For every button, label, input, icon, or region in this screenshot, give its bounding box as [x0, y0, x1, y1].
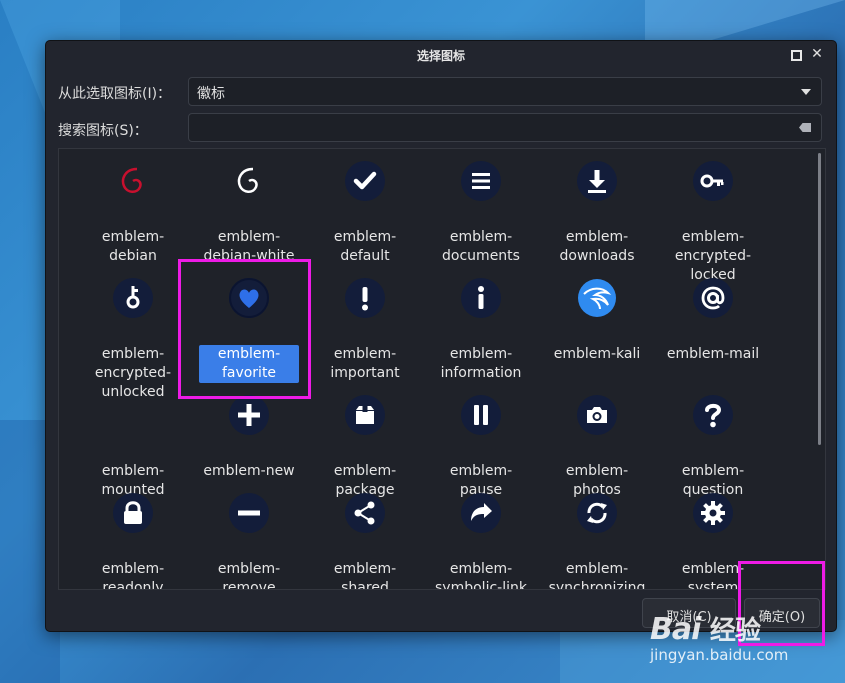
icon-item[interactable]: emblem-synchronizing	[539, 493, 655, 590]
icon-item[interactable]: emblem-mounted	[75, 395, 191, 500]
icon-item-label: emblem-readonly	[101, 561, 165, 590]
pause-icon	[461, 395, 501, 435]
lock-icon	[113, 493, 153, 533]
plus-icon	[229, 395, 269, 435]
icon-item[interactable]: emblem-pause	[423, 395, 539, 500]
question-icon	[693, 395, 733, 435]
search-input[interactable]	[189, 114, 758, 141]
download-icon	[577, 161, 617, 201]
icon-item-label: emblem-synchronizing	[548, 561, 646, 590]
icon-grid[interactable]: emblem-debian emblem-debian-white emblem-d…	[58, 148, 826, 590]
icon-item-label: emblem-default	[333, 229, 397, 264]
icon-item[interactable]: emblem-documents	[423, 161, 539, 266]
icon-item-label: emblem-mail	[666, 346, 760, 362]
check-icon	[345, 161, 385, 201]
at-icon	[693, 278, 733, 318]
icon-item[interactable]: emblem-symbolic-link	[423, 493, 539, 590]
icon-item[interactable]: emblem-photos	[539, 395, 655, 500]
icon-item-label: emblem-remove	[217, 561, 281, 590]
icon-item[interactable]: emblem-information	[423, 278, 539, 383]
link-arrow-icon	[461, 493, 501, 533]
icon-item[interactable]: emblem-new	[191, 395, 307, 481]
search-label: 搜索图标(S)：	[58, 123, 148, 139]
share-icon	[345, 493, 385, 533]
debian-swirl-red	[113, 161, 153, 201]
icon-item[interactable]: emblem-debian	[75, 161, 191, 266]
search-field[interactable]	[188, 113, 822, 142]
close-button[interactable]: ✕	[810, 47, 824, 61]
scrollbar[interactable]	[818, 153, 821, 445]
info-icon	[461, 278, 501, 318]
icon-item-label: emblem-documents	[442, 229, 520, 264]
source-label: 从此选取图标(I)：	[58, 86, 172, 102]
icon-item[interactable]: emblem-readonly	[75, 493, 191, 590]
icon-source-value: 徽标	[197, 86, 225, 102]
icon-item[interactable]: emblem-package	[307, 395, 423, 500]
highlight-annotation	[178, 259, 311, 399]
icon-item[interactable]: emblem-debian-white	[191, 161, 307, 266]
minus-icon	[229, 493, 269, 533]
list-icon	[461, 161, 501, 201]
icon-item-label: emblem-important	[330, 346, 400, 381]
icon-item[interactable]: emblem-question	[655, 395, 771, 500]
icon-item-label: emblem-kali	[553, 346, 641, 362]
icon-item[interactable]: emblem-remove	[191, 493, 307, 590]
package-icon	[345, 395, 385, 435]
icon-item-label: emblem-downloads	[559, 229, 635, 264]
icon-item-label: emblem-debian	[101, 229, 165, 264]
title-bar[interactable]: 选择图标 ✕	[46, 41, 836, 67]
gear-icon	[693, 493, 733, 533]
icon-item[interactable]: emblem-encrypted-locked	[655, 161, 771, 285]
icon-item[interactable]: emblem-shared	[307, 493, 423, 590]
icon-item[interactable]: emblem-downloads	[539, 161, 655, 266]
icon-item[interactable]: emblem-mail	[655, 278, 771, 364]
icon-item[interactable]: emblem-important	[307, 278, 423, 383]
icon-item-label: emblem-symbolic-link	[435, 561, 527, 590]
baidu-watermark: Bai 经验 jingyan.baidu.com	[650, 610, 788, 664]
icon-item-label: emblem-information	[440, 346, 522, 381]
camera-icon	[577, 395, 617, 435]
key-icon	[693, 161, 733, 201]
none	[113, 395, 153, 435]
icon-item[interactable]: emblem-encrypted-unlocked	[75, 278, 191, 402]
icon-source-dropdown[interactable]: 徽标	[188, 77, 822, 106]
key-vertical-icon	[113, 278, 153, 318]
icon-item[interactable]: emblem-default	[307, 161, 423, 266]
debian-swirl-white	[229, 161, 269, 201]
exclamation-icon	[345, 278, 385, 318]
icon-item-label: emblem-new	[203, 463, 295, 479]
dialog-title: 选择图标	[416, 49, 465, 63]
watermark-url: jingyan.baidu.com	[650, 646, 789, 664]
choose-icon-dialog: 选择图标 ✕ 从此选取图标(I)： 徽标 搜索图标(S)： emblem-deb…	[45, 40, 837, 632]
watermark-logo: Bai 经验	[650, 612, 761, 647]
kali-dragon-icon	[577, 278, 617, 318]
icon-item-label: emblem-encrypted-unlocked	[94, 346, 172, 400]
maximize-button[interactable]	[788, 47, 802, 61]
icon-item-label: emblem-shared	[333, 561, 397, 590]
icon-item[interactable]: emblem-kali	[539, 278, 655, 364]
clear-icon[interactable]	[799, 123, 811, 132]
sync-icon	[577, 493, 617, 533]
chevron-down-icon	[801, 89, 811, 95]
icon-item-label: emblem-encrypted-locked	[674, 229, 752, 283]
